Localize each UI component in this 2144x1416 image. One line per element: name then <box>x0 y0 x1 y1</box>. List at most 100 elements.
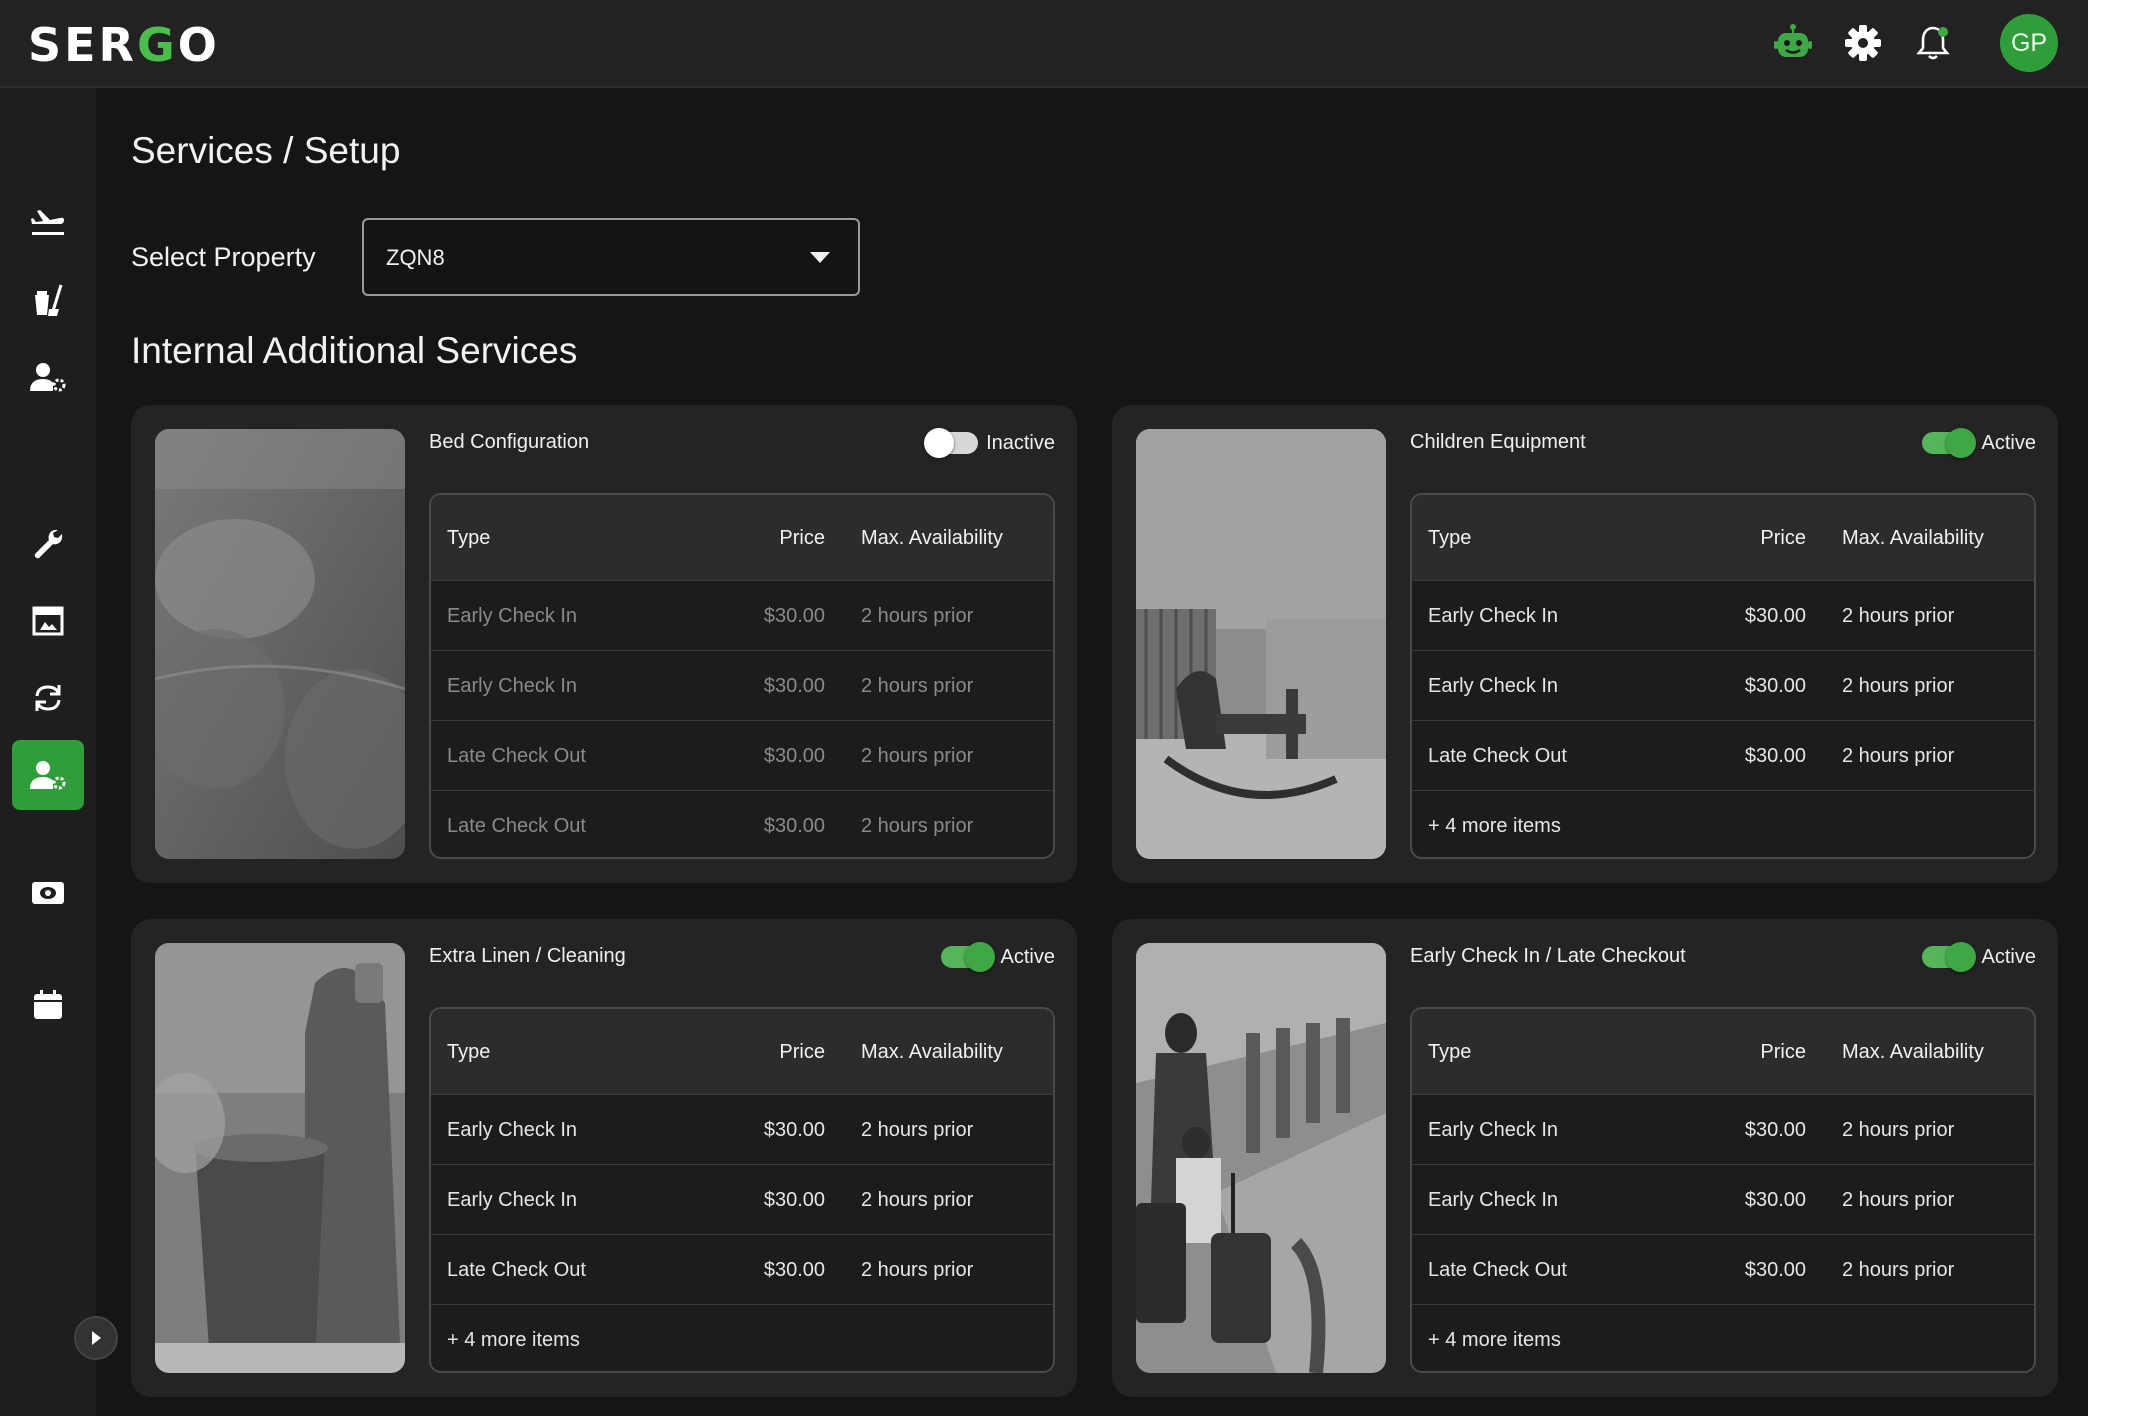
cell-type: Late Check Out <box>447 1259 586 1281</box>
table-header: Type Price Max. Availability <box>1412 1009 2034 1095</box>
more-items-link[interactable]: + 4 more items <box>1428 815 1561 838</box>
cell-availability: 2 hours prior <box>1842 1119 1955 1141</box>
status-toggle[interactable]: Inactive <box>924 427 1055 459</box>
header-price: Price <box>779 1041 825 1063</box>
chevron-right-icon <box>92 1331 101 1345</box>
status-label: Active <box>1981 945 2036 968</box>
sidebar-expand-button[interactable] <box>74 1316 118 1360</box>
calendar-icon <box>34 990 62 1019</box>
header-type: Type <box>447 527 491 549</box>
table-row[interactable]: Early Check In $30.00 2 hours prior <box>1412 1165 2034 1235</box>
toggle-switch[interactable] <box>924 428 979 458</box>
table-row[interactable]: Late Check Out $30.00 2 hours prior <box>431 791 1053 857</box>
header-availability: Max. Availability <box>861 527 1003 549</box>
select-property-label: Select Property <box>131 242 316 272</box>
table-row[interactable]: Late Check Out $30.00 2 hours prior <box>1412 1235 2034 1305</box>
table-row[interactable]: Early Check In $30.00 2 hours prior <box>431 1095 1053 1165</box>
table-header: Type Price Max. Availability <box>431 1009 1053 1095</box>
service-table: Type Price Max. Availability Early Check… <box>429 493 1055 859</box>
wrench-icon <box>34 529 63 559</box>
card-title: Children Equipment <box>1410 431 1586 453</box>
robot-icon[interactable] <box>1770 20 1816 66</box>
sidebar-item-staff[interactable] <box>12 342 84 412</box>
header-availability: Max. Availability <box>1842 527 1984 549</box>
header-availability: Max. Availability <box>1842 1041 1984 1063</box>
cell-availability: 2 hours prior <box>1842 1189 1955 1211</box>
more-items-row: + 4 more items <box>1412 1305 2034 1371</box>
more-items-link[interactable]: + 4 more items <box>447 1329 580 1352</box>
cell-price: $30.00 <box>1744 1189 1806 1211</box>
bell-icon[interactable] <box>1910 20 1956 66</box>
cell-availability: 2 hours prior <box>1842 1259 1955 1281</box>
table-row[interactable]: Early Check In $30.00 2 hours prior <box>1412 581 2034 651</box>
toggle-switch[interactable] <box>940 942 995 972</box>
sidebar-item-maintenance[interactable] <box>12 509 84 579</box>
sidebar-item-payments[interactable] <box>12 858 84 928</box>
cell-type: Late Check Out <box>1428 1259 1567 1281</box>
table-row[interactable]: Early Check In $30.00 2 hours prior <box>1412 1095 2034 1165</box>
property-select[interactable]: ZQN8 <box>362 218 860 296</box>
chevron-down-icon <box>810 252 830 263</box>
cell-price: $30.00 <box>763 1259 825 1281</box>
card-title: Early Check In / Late Checkout <box>1410 945 1686 967</box>
table-row[interactable]: Early Check In $30.00 2 hours prior <box>431 581 1053 651</box>
cell-availability: 2 hours prior <box>861 1259 974 1281</box>
sidebar-item-cleaning[interactable] <box>12 265 84 335</box>
sidebar <box>0 88 96 1416</box>
table-row[interactable]: Early Check In $30.00 2 hours prior <box>431 1165 1053 1235</box>
property-select-value: ZQN8 <box>386 245 445 270</box>
status-toggle[interactable]: Active <box>940 941 1055 973</box>
service-card-bed-configuration: Bed Configuration Inactive Type Price Ma… <box>131 405 1077 883</box>
table-header: Type Price Max. Availability <box>1412 495 2034 581</box>
sidebar-item-flights[interactable] <box>12 188 84 258</box>
status-label: Active <box>1981 431 2036 454</box>
cell-availability: 2 hours prior <box>861 745 974 767</box>
logo[interactable]: SERGO <box>28 18 220 72</box>
card-title: Extra Linen / Cleaning <box>429 945 626 967</box>
cell-type: Early Check In <box>447 605 578 627</box>
cell-availability: 2 hours prior <box>861 1189 974 1211</box>
gear-icon[interactable] <box>1840 20 1886 66</box>
section-title: Internal Additional Services <box>131 330 578 371</box>
cell-price: $30.00 <box>763 1119 825 1141</box>
top-bar: SERGO GP <box>0 0 2088 88</box>
cell-price: $30.00 <box>1744 1119 1806 1141</box>
table-row[interactable]: Late Check Out $30.00 2 hours prior <box>431 1235 1053 1305</box>
cleaning-icon <box>35 284 63 316</box>
sidebar-item-calendar[interactable] <box>12 970 84 1040</box>
cell-type: Late Check Out <box>447 815 586 837</box>
table-row[interactable]: Early Check In $30.00 2 hours prior <box>431 651 1053 721</box>
children-equipment-image <box>1136 429 1386 859</box>
airplane-icon <box>31 210 64 235</box>
more-items-link[interactable]: + 4 more items <box>1428 1329 1561 1352</box>
cell-price: $30.00 <box>1744 745 1806 767</box>
avatar[interactable]: GP <box>2000 14 2058 72</box>
cell-price: $30.00 <box>763 605 825 627</box>
table-row[interactable]: Late Check Out $30.00 2 hours prior <box>431 721 1053 791</box>
sidebar-item-services[interactable] <box>12 740 84 810</box>
sidebar-item-sync[interactable] <box>12 663 84 733</box>
status-toggle[interactable]: Active <box>1921 427 2036 459</box>
cell-price: $30.00 <box>763 815 825 837</box>
table-row[interactable]: Late Check Out $30.00 2 hours prior <box>1412 721 2034 791</box>
header-type: Type <box>447 1041 491 1063</box>
cell-type: Early Check In <box>447 675 578 697</box>
linen-cleaning-image <box>155 943 405 1373</box>
toggle-switch[interactable] <box>1921 942 1976 972</box>
cell-price: $30.00 <box>763 1189 825 1211</box>
status-label: Active <box>1000 945 1055 968</box>
service-table: Type Price Max. Availability Early Check… <box>429 1007 1055 1373</box>
service-card-extra-linen: Extra Linen / Cleaning Active Type Price… <box>131 919 1077 1397</box>
status-toggle[interactable]: Active <box>1921 941 2036 973</box>
table-row[interactable]: Early Check In $30.00 2 hours prior <box>1412 651 2034 721</box>
bed-image <box>155 429 405 859</box>
header-price: Price <box>779 527 825 549</box>
cell-type: Early Check In <box>447 1189 578 1211</box>
app-window: SERGO GP Services / Setup Select Propert… <box>0 0 2088 1416</box>
header-price: Price <box>1760 527 1806 549</box>
toggle-switch[interactable] <box>1921 428 1976 458</box>
page-title: Services / Setup <box>131 130 401 171</box>
user-settings-icon <box>30 363 66 392</box>
cell-availability: 2 hours prior <box>1842 605 1955 627</box>
sidebar-item-gallery[interactable] <box>12 586 84 656</box>
